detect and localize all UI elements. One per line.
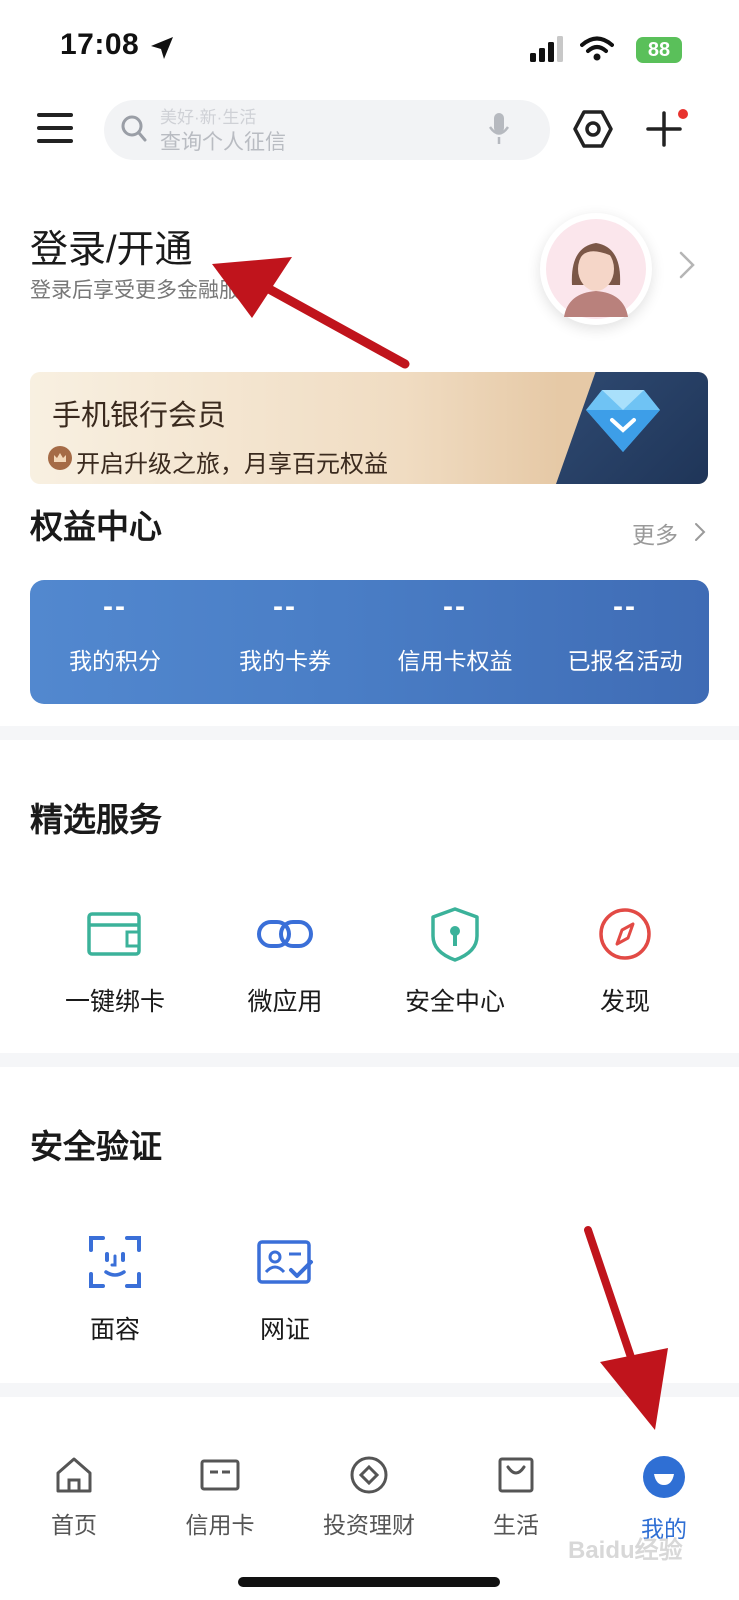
benefit-registered-events[interactable]: -- 已报名活动 [540,590,710,676]
avatar[interactable] [540,213,652,325]
cellular-signal-icon [530,36,563,62]
benefit-coupons[interactable]: -- 我的卡券 [200,590,370,676]
battery-indicator: 88 [636,37,682,63]
benefit-points[interactable]: -- 我的积分 [30,590,200,676]
home-indicator[interactable] [238,1577,500,1587]
wifi-icon [580,36,614,61]
security-title: 安全验证 [30,1128,162,1165]
benefit-label: 我的积分 [69,648,161,674]
tab-life[interactable]: 生活 [442,1455,590,1540]
login-open-link[interactable]: 登录/开通 [30,218,193,273]
watermark: Baidu经验 [568,1537,683,1564]
home-icon [56,1457,92,1493]
bind-card-icon [87,912,141,956]
tab-invest[interactable]: 投资理财 [295,1455,443,1540]
service-discover[interactable]: 发现 [540,904,710,1018]
verify-label: 网证 [259,1316,310,1344]
arrow-annotation-profile [584,1226,668,1430]
search-placeholder: 查询个人征信 [160,131,286,154]
section-divider [0,1053,739,1067]
menu-icon[interactable] [37,112,73,144]
avatar-illustration-icon [546,219,646,319]
search-icon [121,115,147,142]
service-micro-app[interactable]: 微应用 [200,904,370,1018]
member-subtitle: 开启升级之旅，月享百元权益 [76,451,388,478]
shield-icon [431,907,479,962]
id-card-icon [257,1240,313,1284]
status-time: 17:08 [60,28,140,61]
benefit-value: -- [443,590,467,623]
link-icon [257,920,313,948]
section-divider [0,726,739,740]
benefit-value: -- [103,590,127,623]
verify-label: 面容 [89,1316,140,1344]
location-arrow-icon [151,37,173,59]
benefit-value: -- [273,590,297,623]
chevron-right-icon[interactable] [678,250,696,280]
tab-label: 首页 [51,1512,97,1538]
crown-icon [48,446,72,470]
benefit-label: 我的卡券 [239,648,331,674]
diamond-icon [586,390,660,452]
tab-credit-card[interactable]: 信用卡 [146,1455,294,1540]
credit-card-icon [200,1459,240,1491]
service-security-center[interactable]: 安全中心 [370,904,540,1018]
profile-icon [643,1456,685,1498]
login-subtitle: 登录后享受更多金融服务 [30,279,261,302]
benefit-label: 信用卡权益 [397,648,513,674]
shopping-bag-icon [498,1457,534,1493]
search-rolling-hint: 美好·新·生活 [160,108,257,127]
compass-icon [599,908,651,960]
service-label: 安全中心 [404,988,505,1016]
section-divider [0,1383,739,1397]
add-icon[interactable] [646,108,690,148]
verify-network-id[interactable]: 网证 [200,1232,370,1346]
more-label: 更多 [632,522,678,548]
tab-home[interactable]: 首页 [0,1455,148,1540]
chevron-right-icon [695,523,706,541]
invest-icon [350,1456,388,1494]
benefits-more-link[interactable]: 更多 [632,516,678,550]
verify-face[interactable]: 面容 [30,1232,200,1346]
microphone-icon[interactable] [488,112,510,146]
face-id-icon [89,1236,141,1288]
service-label: 发现 [599,988,650,1016]
featured-title: 精选服务 [30,801,162,838]
benefit-credit-card-rights[interactable]: -- 信用卡权益 [370,590,540,676]
service-label: 微应用 [247,988,323,1016]
tab-label: 信用卡 [185,1512,255,1538]
service-label: 一键绑卡 [64,988,165,1016]
benefit-value: -- [613,590,637,623]
tab-label: 投资理财 [323,1512,415,1538]
service-bind-card[interactable]: 一键绑卡 [30,904,200,1018]
benefit-label: 已报名活动 [567,648,683,674]
settings-icon[interactable] [573,109,613,149]
benefits-title: 权益中心 [30,508,162,545]
member-title: 手机银行会员 [52,400,227,432]
